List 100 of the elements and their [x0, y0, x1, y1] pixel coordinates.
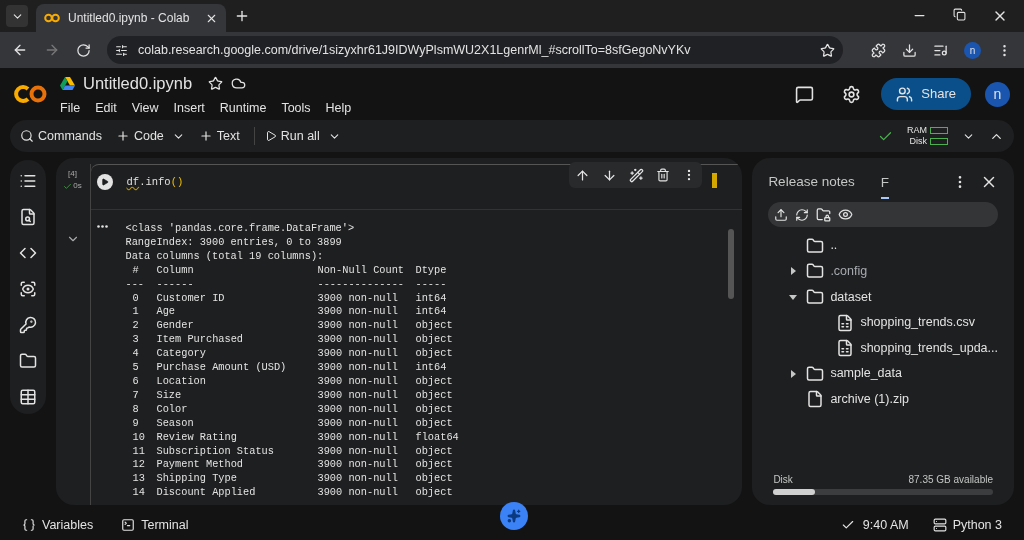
- browser-tab[interactable]: Untitled0.ipynb - Colab: [36, 4, 226, 32]
- site-info-icon[interactable]: [115, 43, 128, 57]
- table-cell-text: Category: [156, 347, 207, 362]
- key-icon[interactable]: [18, 316, 37, 334]
- check-icon[interactable]: [840, 518, 855, 532]
- trash-icon[interactable]: [656, 168, 671, 182]
- status-time: 9:40 AM: [862, 516, 909, 534]
- comment-icon[interactable]: [795, 84, 815, 104]
- table-cell-text: 7: [131, 388, 140, 403]
- runtime-button[interactable]: Python 3: [932, 515, 1002, 535]
- cell-marker: [712, 173, 718, 188]
- extensions-icon[interactable]: [871, 42, 886, 58]
- caret-icon[interactable]: [789, 369, 798, 378]
- add-code-button[interactable]: Code: [115, 126, 164, 146]
- menu-item[interactable]: Help: [325, 98, 352, 118]
- panel-title[interactable]: Release notes: [768, 171, 855, 193]
- share-button[interactable]: Share: [881, 78, 971, 110]
- menu-item[interactable]: View: [131, 98, 159, 118]
- file-name[interactable]: ..: [830, 236, 838, 256]
- table-cell-text: 3900 non-null: [317, 333, 399, 348]
- table-cell-text: 14: [131, 486, 146, 501]
- table-icon[interactable]: [18, 388, 37, 406]
- braces-icon: [22, 518, 36, 532]
- settings-icon[interactable]: [842, 84, 862, 104]
- plus-icon: [115, 129, 130, 143]
- execution-time: 0s: [73, 180, 82, 192]
- variables-button[interactable]: Variables: [22, 515, 94, 535]
- media-icon[interactable]: [933, 42, 948, 58]
- drive-icon: [60, 76, 75, 90]
- menu-item[interactable]: File: [60, 98, 81, 118]
- header-rule: --------------: [317, 277, 406, 292]
- upload-icon[interactable]: [774, 207, 789, 222]
- table-cell-text: Subscription Status: [156, 444, 275, 459]
- search-icon[interactable]: [18, 208, 37, 226]
- table-cell-text: object: [415, 333, 454, 348]
- disk-reading: 87.35 GB available: [908, 473, 993, 487]
- table-cell-text: 3900 non-null: [317, 374, 399, 389]
- table-cell-text: 0: [131, 291, 140, 306]
- output-line: <class 'pandas.core.frame.DataFrame'>: [125, 222, 355, 236]
- forward-icon[interactable]: [44, 42, 60, 58]
- tab-list-button[interactable]: [6, 5, 28, 27]
- magic-pen-icon[interactable]: [629, 167, 645, 183]
- account-avatar[interactable]: n: [985, 81, 1010, 107]
- address-bar[interactable]: colab.research.google.com/drive/1sizyxhr61J9IDWyPlsmWU2X1LgenrMl_#scrollTo=8sfGegoNvYKv: [107, 36, 843, 64]
- csv-file-icon: [836, 339, 855, 358]
- caret-icon[interactable]: [789, 267, 798, 276]
- file-name[interactable]: .config: [830, 262, 868, 281]
- back-icon[interactable]: [12, 42, 28, 58]
- profile-avatar[interactable]: n: [964, 41, 981, 59]
- caret-icon[interactable]: [789, 293, 798, 301]
- csv-file-icon: [836, 313, 855, 332]
- file-name[interactable]: dataset: [830, 287, 872, 307]
- star-icon[interactable]: [820, 42, 835, 58]
- more-icon[interactable]: [96, 225, 108, 228]
- file-name[interactable]: archive (1).zip: [830, 390, 909, 409]
- folder-lock-icon[interactable]: [816, 207, 832, 222]
- terminal-icon: [121, 518, 136, 532]
- table-cell-text: 3900 non-null: [317, 347, 399, 362]
- file-name[interactable]: shopping_trends_upda...: [860, 338, 998, 358]
- menu-item[interactable]: Insert: [173, 98, 205, 118]
- eye-icon[interactable]: [18, 280, 37, 298]
- move-down-icon[interactable]: [602, 167, 618, 183]
- new-tab-icon[interactable]: [234, 8, 250, 24]
- add-text-button[interactable]: Text: [198, 126, 240, 146]
- refresh-icon[interactable]: [795, 207, 810, 222]
- column-header: Dtype: [415, 263, 448, 278]
- table-cell-text: 12: [131, 458, 146, 473]
- run-cell-button[interactable]: [96, 174, 113, 190]
- file-name[interactable]: sample_data: [830, 364, 902, 384]
- menu-item[interactable]: Tools: [281, 98, 311, 118]
- table-cell-text: 3900 non-null: [317, 402, 399, 417]
- download-icon[interactable]: [902, 42, 917, 58]
- people-icon: [896, 85, 914, 103]
- commands-button[interactable]: Commands: [20, 126, 102, 146]
- cloud-icon[interactable]: [231, 75, 247, 91]
- star-icon[interactable]: [208, 75, 224, 91]
- table-cell-text: 1: [131, 305, 140, 320]
- run-all-button[interactable]: Run all: [264, 126, 320, 146]
- table-cell-text: object: [415, 486, 454, 501]
- menu-item[interactable]: Runtime: [219, 98, 267, 118]
- move-up-icon[interactable]: [575, 167, 591, 183]
- table-cell-text: 3900 non-null: [317, 472, 399, 487]
- table-cell-text: object: [415, 444, 454, 459]
- terminal-button[interactable]: Terminal: [121, 515, 189, 535]
- reload-icon[interactable]: [76, 42, 91, 58]
- file-icon: [806, 390, 825, 409]
- list-icon[interactable]: [18, 172, 37, 190]
- gemini-button[interactable]: [500, 502, 528, 530]
- eye-icon[interactable]: [838, 207, 854, 222]
- folder-icon[interactable]: [18, 352, 37, 370]
- files-tab[interactable]: F: [880, 172, 889, 200]
- tab-title: Untitled0.ipynb - Colab: [68, 10, 191, 27]
- file-name[interactable]: shopping_trends.csv: [860, 313, 976, 332]
- notebook-title[interactable]: Untitled0.ipynb: [83, 70, 193, 96]
- table-cell-text: object: [415, 402, 454, 417]
- table-cell-text: 3900 non-null: [317, 319, 399, 334]
- menu-item[interactable]: Edit: [95, 98, 117, 118]
- table-cell-text: Age: [156, 305, 177, 320]
- restore-icon[interactable]: [953, 8, 966, 21]
- table-cell-text: float64: [415, 430, 460, 445]
